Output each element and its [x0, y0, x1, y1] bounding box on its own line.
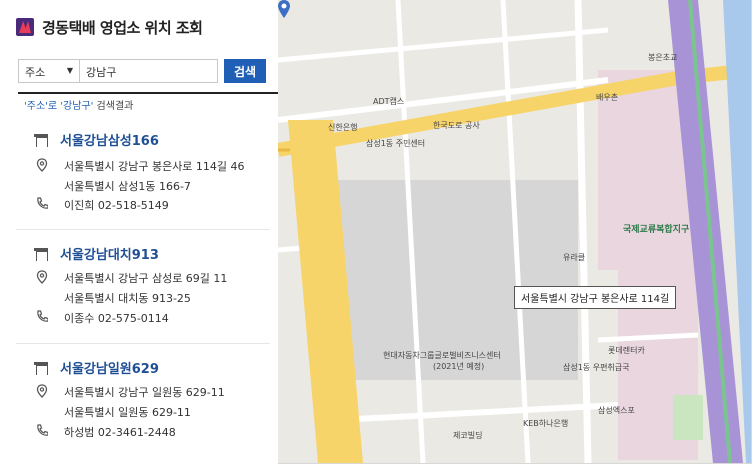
- result-name-row: 서울강남삼성166: [34, 130, 159, 149]
- search-button[interactable]: 검색: [224, 59, 266, 83]
- panel-header: 경동택배 영업소 위치 조회: [16, 14, 276, 40]
- map-label: 제코빌딩: [453, 431, 483, 440]
- result-address-road: 서울특별시 강남구 일원동 629-11: [64, 386, 225, 399]
- map-label: 유라클: [563, 253, 586, 262]
- store-icon: [34, 247, 48, 261]
- map-label: 한국도로 공사: [433, 121, 480, 130]
- map-label: ADT캡스: [373, 97, 405, 106]
- result-info: '주소'로 '강남구' 검색결과: [24, 97, 133, 112]
- search-input[interactable]: 강남구: [80, 59, 218, 83]
- location-pin-icon: [36, 158, 48, 172]
- map-marker-icon[interactable]: [278, 0, 290, 18]
- map-label: (2021년 예정): [433, 362, 485, 371]
- map-label: 국제교류복합지구: [623, 225, 690, 235]
- store-icon: [34, 361, 48, 375]
- chevron-down-icon: ▼: [66, 66, 73, 75]
- logo-icon: [16, 18, 34, 36]
- result-address-road: 서울특별시 강남구 봉은사로 114길 46: [64, 160, 245, 173]
- result-contact: 이진희 02-518-5149: [64, 199, 169, 212]
- phone-icon: [37, 424, 48, 436]
- phone-icon: [37, 310, 48, 322]
- location-pin-icon: [36, 270, 48, 284]
- result-card[interactable]: 서울강남일원629 서울특별시 강남구 일원동 629-11 서울특별시 일원동…: [16, 344, 270, 450]
- result-keyword: '주소'로 '강남구': [24, 101, 94, 112]
- map-label: KEB하나은행: [523, 419, 569, 428]
- divider: [18, 92, 278, 94]
- location-pin-icon: [36, 384, 48, 398]
- result-card[interactable]: 서울강남삼성166 서울특별시 강남구 봉은사로 114길 46 서울특별시 삼…: [16, 116, 270, 230]
- result-address-lot: 서울특별시 대치동 913-25: [64, 292, 191, 305]
- phone-icon: [37, 197, 48, 209]
- result-name[interactable]: 서울강남삼성166: [60, 130, 159, 149]
- page-title: 경동택배 영업소 위치 조회: [42, 18, 203, 37]
- result-contact: 하성범 02-3461-2448: [64, 426, 176, 439]
- result-name-row: 서울강남대치913: [34, 244, 159, 263]
- result-name-row: 서울강남일원629: [34, 358, 159, 377]
- search-type-select[interactable]: 주소 ▼: [18, 59, 80, 83]
- result-address-lot: 서울특별시 삼성1동 166-7: [64, 180, 191, 193]
- map-label: 롯데렌터카: [608, 346, 645, 355]
- map-park: [673, 395, 703, 440]
- result-suffix: 검색결과: [93, 101, 134, 112]
- result-address-lot: 서울특별시 일원동 629-11: [64, 406, 191, 419]
- search-panel: 경동택배 영업소 위치 조회 주소 ▼ 강남구 검색 '주소'로 '강남구' 검…: [0, 0, 278, 464]
- map-address-tooltip: 서울특별시 강남구 봉은사로 114길: [514, 286, 677, 309]
- map-label: 신한은행: [328, 123, 358, 132]
- result-name[interactable]: 서울강남일원629: [60, 358, 159, 377]
- result-address-road: 서울특별시 강남구 삼성로 69길 11: [64, 272, 228, 285]
- search-type-value: 주소: [25, 66, 46, 79]
- map-label: 삼성1동 우편취급국: [563, 363, 630, 372]
- map-label: 현대자동차그룹글로벌비즈니스센터: [383, 351, 501, 360]
- search-bar: 주소 ▼ 강남구 검색: [18, 59, 266, 83]
- map-label: 배우촌: [596, 93, 619, 102]
- result-name[interactable]: 서울강남대치913: [60, 244, 159, 263]
- result-contact: 이종수 02-575-0114: [64, 312, 169, 325]
- map-label: 삼성1동 주민센터: [366, 139, 426, 148]
- map-view[interactable]: 현대자동차그룹글로벌비즈니스센터 (2021년 예정) 삼성1동 주민센터 국제…: [278, 0, 751, 463]
- map-label: 봉은초교: [648, 53, 678, 62]
- store-icon: [34, 133, 48, 147]
- map-label: 삼성엑스포: [598, 406, 635, 415]
- result-card[interactable]: 서울강남대치913 서울특별시 강남구 삼성로 69길 11 서울특별시 대치동…: [16, 230, 270, 344]
